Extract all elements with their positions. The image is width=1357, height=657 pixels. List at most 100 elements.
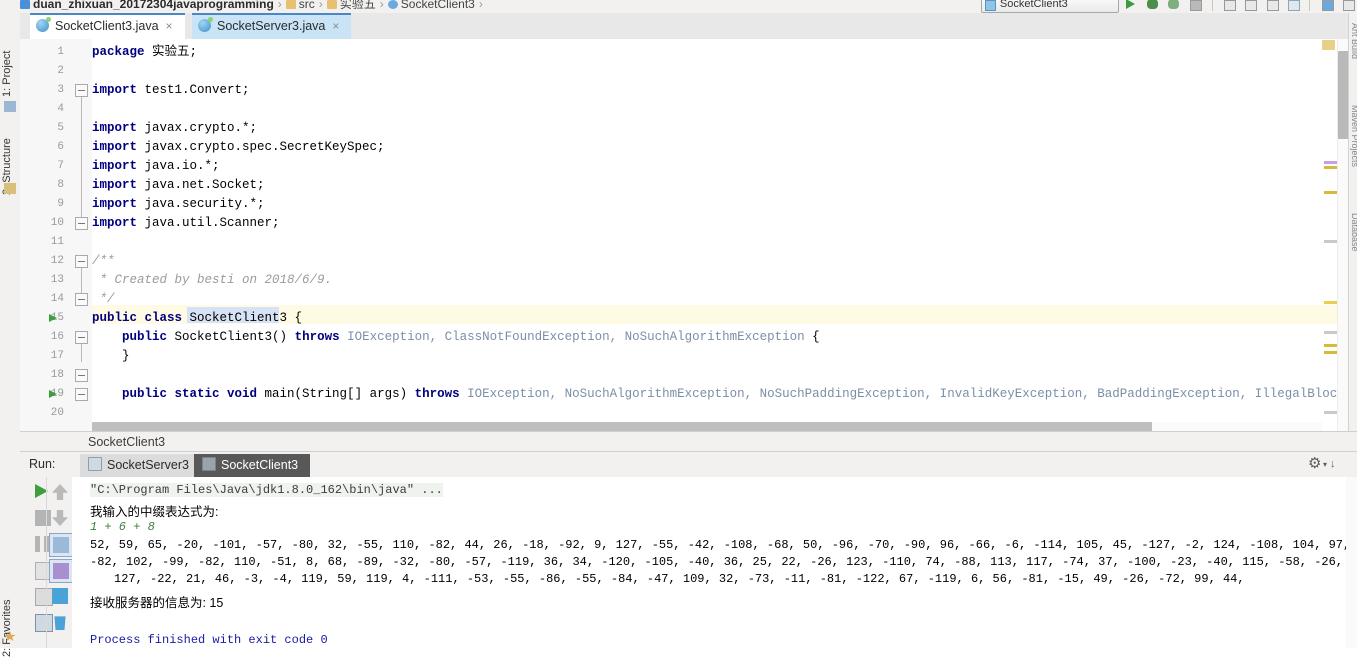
java-class-icon — [36, 17, 51, 32]
console-expr-label: 我输入的中缀表达式为: — [90, 505, 219, 519]
gear-icon[interactable]: ▾ — [1308, 454, 1327, 472]
marker-change[interactable] — [1324, 411, 1337, 414]
fold-handle[interactable] — [75, 255, 88, 268]
sidebar-item-ant-build[interactable]: Ant Build — [1350, 23, 1357, 93]
line-number: 5 — [57, 122, 64, 134]
fold-handle[interactable] — [75, 369, 88, 382]
scroll-to-end-icon[interactable] — [49, 559, 73, 583]
fold-handle[interactable] — [75, 84, 88, 97]
minimize-icon[interactable]: ↓ — [1330, 458, 1343, 471]
print-icon[interactable] — [49, 585, 71, 607]
vcs-update-button[interactable] — [1220, 0, 1238, 12]
close-icon[interactable]: × — [332, 13, 343, 39]
code-line: import javax.crypto.*; — [92, 121, 258, 135]
marker-warning[interactable] — [1324, 301, 1337, 304]
line-number: 18 — [50, 369, 64, 381]
left-tool-rail: 1: Project 2: Structure 2: Favorites — [0, 13, 21, 657]
code-line: import java.io.*; — [92, 159, 220, 173]
run-gutter-icon[interactable] — [48, 385, 60, 404]
line-number: 12 — [50, 255, 64, 267]
line-number: 3 — [57, 84, 64, 96]
breadcrumb-item-package[interactable]: 实验五 — [340, 0, 376, 11]
breadcrumb-item-project[interactable]: duan_zhixuan_20172304javaprogramming — [33, 0, 274, 11]
marker-warning[interactable] — [1324, 344, 1337, 347]
run-button[interactable] — [1122, 0, 1140, 12]
breadcrumb: duan_zhixuan_20172304javaprogramming › src… — [20, 0, 487, 12]
marker-warning[interactable] — [1324, 351, 1337, 354]
editor-tab-bar: SocketClient3.java × SocketServer3.java × — [20, 13, 1357, 40]
soft-wrap-icon[interactable] — [49, 533, 73, 557]
vcs-commit-button[interactable] — [1241, 0, 1259, 12]
close-icon[interactable]: × — [166, 13, 177, 39]
console-scrollbar[interactable] — [1346, 477, 1357, 648]
run-tab-socketserver3[interactable]: SocketServer3 — [80, 454, 201, 477]
fold-handle[interactable] — [75, 331, 88, 344]
navigation-bar: duan_zhixuan_20172304javaprogramming › src… — [0, 0, 1357, 14]
code-line-comment: /** — [92, 254, 115, 268]
tab-socketclient3[interactable]: SocketClient3.java × — [30, 13, 185, 40]
line-number: 16 — [50, 331, 64, 343]
stop-button[interactable] — [1186, 0, 1204, 12]
sidebar-item-favorites[interactable]: 2: Favorites — [1, 573, 19, 657]
tab-socketserver3[interactable]: SocketServer3.java × — [192, 13, 352, 39]
code-folding-bar — [72, 39, 92, 431]
console-bytes-line-3: 127, -22, 21, 46, -3, -4, 119, 59, 119, … — [114, 572, 1245, 586]
undo-button[interactable] — [1284, 0, 1302, 12]
scroll-up-icon[interactable] — [49, 481, 71, 503]
fold-handle[interactable] — [75, 217, 88, 230]
code-editor[interactable]: 1 2 3 4 5 6 7 8 9 10 11 12 13 14 15 16 1… — [20, 39, 1357, 431]
code-text-area[interactable]: package 实验五; import test1.Convert; impor… — [92, 39, 1357, 431]
breadcrumb-sep: › — [478, 0, 483, 11]
folder-icon — [285, 0, 296, 9]
line-number: 7 — [57, 160, 64, 172]
console-process-finished: Process finished with exit code 0 — [90, 633, 328, 647]
toolbar-divider — [1211, 0, 1213, 11]
marker-warning[interactable] — [1324, 191, 1337, 194]
marker-info[interactable] — [1324, 161, 1337, 164]
line-number: 11 — [50, 236, 64, 248]
breadcrumb-sep: › — [277, 0, 282, 11]
layout-button[interactable] — [1318, 0, 1336, 12]
sidebar-item-database[interactable]: Database — [1350, 213, 1357, 283]
run-tab-label: SocketClient3 — [221, 458, 299, 472]
fold-handle[interactable] — [75, 388, 88, 401]
ide-window: duan_zhixuan_20172304javaprogramming › src… — [0, 0, 1357, 657]
sidebar-item-maven[interactable]: Maven Projects — [1350, 105, 1357, 205]
toolbar-divider — [1309, 0, 1311, 11]
vcs-history-button[interactable] — [1263, 0, 1281, 12]
run-tab-socketclient3[interactable]: SocketClient3 — [194, 454, 311, 477]
marker-warning[interactable] — [1322, 40, 1335, 50]
line-number: 4 — [57, 103, 64, 115]
fold-line — [81, 344, 82, 362]
marker-change[interactable] — [1324, 240, 1337, 243]
structure-icon — [4, 183, 16, 194]
scroll-down-icon[interactable] — [49, 507, 71, 529]
marker-warning[interactable] — [1324, 166, 1337, 169]
marker-change[interactable] — [1324, 331, 1337, 334]
sidebar-item-project[interactable]: 1: Project — [1, 31, 19, 97]
search-icon[interactable] — [1339, 0, 1357, 12]
editor-hscrollbar-thumb[interactable] — [92, 422, 1152, 431]
clear-all-icon[interactable] — [49, 611, 71, 633]
breadcrumb-item-src[interactable]: src — [299, 0, 315, 11]
line-number: 1 — [57, 46, 64, 58]
editor-breadcrumb[interactable]: SocketClient3 — [20, 431, 1357, 452]
breadcrumb-item-class[interactable]: SocketClient3 — [401, 0, 475, 11]
breadcrumb-sep: › — [379, 0, 384, 11]
console-icon — [88, 457, 102, 471]
line-number: 6 — [57, 141, 64, 153]
code-line: import java.util.Scanner; — [92, 216, 280, 230]
console-expression: 1 + 6 + 8 — [90, 520, 155, 534]
run-configuration-selector[interactable]: SocketClient3 — [980, 0, 1119, 13]
line-number: 9 — [57, 198, 64, 210]
coverage-button[interactable] — [1165, 0, 1183, 12]
tab-label: SocketClient3.java — [55, 19, 159, 33]
breadcrumb-sep: › — [318, 0, 323, 11]
debug-button[interactable] — [1144, 0, 1162, 12]
line-number: 10 — [50, 217, 64, 229]
fold-handle[interactable] — [75, 293, 88, 306]
console-output[interactable]: "C:\Program Files\Java\jdk1.8.0_162\bin\… — [72, 477, 1357, 648]
run-gutter-icon[interactable] — [48, 309, 60, 328]
code-line: import javax.crypto.spec.SecretKeySpec; — [92, 140, 385, 154]
code-line-ctor: public SocketClient3() throws IOExceptio… — [122, 330, 820, 344]
